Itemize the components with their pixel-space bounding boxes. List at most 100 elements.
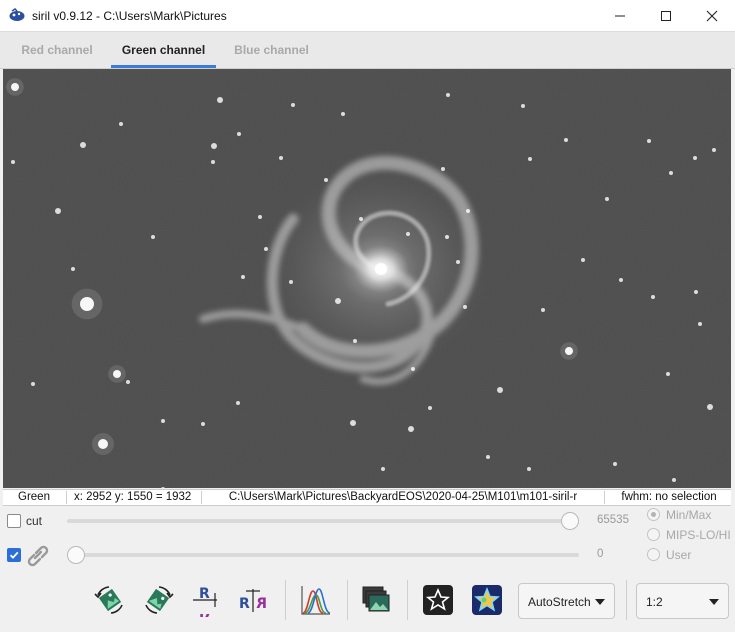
radio-min-max[interactable] bbox=[647, 508, 660, 521]
link-chain-icon bbox=[27, 545, 49, 567]
star bbox=[241, 275, 245, 279]
star bbox=[237, 132, 241, 136]
star bbox=[666, 372, 670, 376]
star bbox=[647, 139, 651, 143]
chevron-down-icon bbox=[595, 599, 605, 605]
status-pixel-coords: x: 2952 y: 1550 = 1932 bbox=[74, 491, 192, 503]
svg-text:R: R bbox=[239, 596, 250, 612]
checkmark-icon bbox=[9, 551, 19, 559]
star bbox=[279, 156, 283, 160]
galaxy-image[interactable] bbox=[3, 69, 731, 488]
star bbox=[335, 298, 341, 304]
rotate-right-button[interactable] bbox=[140, 582, 176, 618]
rotate-left-icon bbox=[94, 586, 123, 614]
zoom-dropdown[interactable]: 1:2 bbox=[636, 583, 729, 619]
cut-label: cut bbox=[26, 514, 43, 528]
status-bar: Green x: 2952 y: 1550 = 1932 C:\Users\Ma… bbox=[3, 489, 731, 506]
star bbox=[151, 235, 155, 239]
star bbox=[411, 367, 415, 371]
star bbox=[428, 406, 432, 410]
link-checkbox[interactable] bbox=[7, 548, 21, 562]
status-separator bbox=[201, 491, 202, 504]
toolbar-separator bbox=[285, 580, 286, 620]
high-level-slider[interactable] bbox=[67, 519, 579, 523]
image-stack-icon bbox=[362, 586, 390, 612]
tab-green-channel[interactable]: Green channel bbox=[111, 32, 216, 68]
chevron-down-icon bbox=[709, 599, 719, 605]
star bbox=[651, 295, 655, 299]
star bbox=[712, 148, 716, 152]
close-icon bbox=[706, 10, 718, 21]
star bbox=[264, 247, 268, 251]
star bbox=[55, 208, 61, 214]
maximize-icon bbox=[661, 10, 671, 21]
star-outline-button[interactable] bbox=[420, 582, 456, 618]
star bbox=[406, 232, 410, 236]
radio-user[interactable] bbox=[647, 548, 660, 561]
star bbox=[669, 171, 673, 175]
close-button[interactable] bbox=[689, 0, 735, 31]
star bbox=[126, 380, 130, 384]
star bbox=[564, 138, 568, 142]
star-outline-icon bbox=[423, 585, 453, 615]
star bbox=[581, 258, 585, 262]
low-level-slider-handle[interactable] bbox=[67, 546, 85, 564]
mirror-y-button[interactable]: R R bbox=[235, 582, 271, 618]
status-separator bbox=[66, 491, 67, 504]
star bbox=[350, 420, 356, 426]
star bbox=[707, 404, 713, 410]
status-channel: Green bbox=[18, 491, 50, 503]
star bbox=[31, 382, 35, 386]
star bbox=[201, 422, 205, 426]
rotate-right-icon bbox=[145, 586, 174, 614]
low-level-slider[interactable] bbox=[67, 553, 579, 557]
star bbox=[71, 267, 75, 271]
star-glow bbox=[92, 433, 114, 455]
tab-blue-channel[interactable]: Blue channel bbox=[224, 32, 319, 68]
radio-mips-lo-hi[interactable] bbox=[647, 528, 660, 541]
star-glow bbox=[71, 288, 103, 320]
star bbox=[441, 167, 445, 171]
title-bar: siril v0.9.12 - C:\Users\Mark\Pictures bbox=[0, 0, 735, 32]
window-title: siril v0.9.12 - C:\Users\Mark\Pictures bbox=[32, 9, 227, 23]
star bbox=[486, 455, 490, 459]
star bbox=[80, 142, 86, 148]
status-fwhm: fwhm: no selection bbox=[621, 491, 717, 503]
toolbar-separator bbox=[347, 580, 348, 620]
star bbox=[291, 103, 295, 107]
image-viewer[interactable] bbox=[3, 69, 731, 488]
minimize-button[interactable] bbox=[597, 0, 643, 31]
image-stack-button[interactable] bbox=[358, 582, 394, 618]
low-level-value: 0 bbox=[597, 548, 604, 560]
maximize-button[interactable] bbox=[643, 0, 689, 31]
star bbox=[161, 419, 165, 423]
high-level-value: 65535 bbox=[597, 514, 629, 526]
star bbox=[541, 308, 545, 312]
star-color-button[interactable] bbox=[469, 582, 505, 618]
star bbox=[445, 235, 449, 239]
star bbox=[11, 160, 15, 164]
histogram-button[interactable] bbox=[298, 582, 334, 618]
rotate-left-button[interactable] bbox=[92, 582, 128, 618]
stretch-mode-dropdown[interactable]: AutoStretch bbox=[518, 583, 615, 619]
high-level-slider-handle[interactable] bbox=[561, 512, 579, 530]
star bbox=[217, 97, 223, 103]
star bbox=[698, 322, 702, 326]
radio-user-label: User bbox=[666, 548, 692, 562]
tab-red-channel[interactable]: Red channel bbox=[12, 32, 102, 68]
star bbox=[289, 280, 293, 284]
star bbox=[341, 112, 345, 116]
svg-text:R: R bbox=[256, 596, 267, 612]
radio-min-max-label: Min/Max bbox=[666, 508, 712, 522]
cut-checkbox[interactable] bbox=[7, 514, 21, 528]
star bbox=[528, 157, 532, 161]
star bbox=[497, 387, 503, 393]
star bbox=[527, 467, 531, 471]
toolbar-separator bbox=[626, 580, 627, 620]
star-glow bbox=[6, 78, 24, 96]
zoom-value: 1:2 bbox=[646, 595, 663, 609]
channel-tabs: Red channel Green channel Blue channel bbox=[0, 32, 735, 69]
stretch-mode-value: AutoStretch bbox=[528, 595, 591, 609]
star bbox=[619, 278, 623, 282]
mirror-x-button[interactable]: R R bbox=[187, 582, 223, 618]
